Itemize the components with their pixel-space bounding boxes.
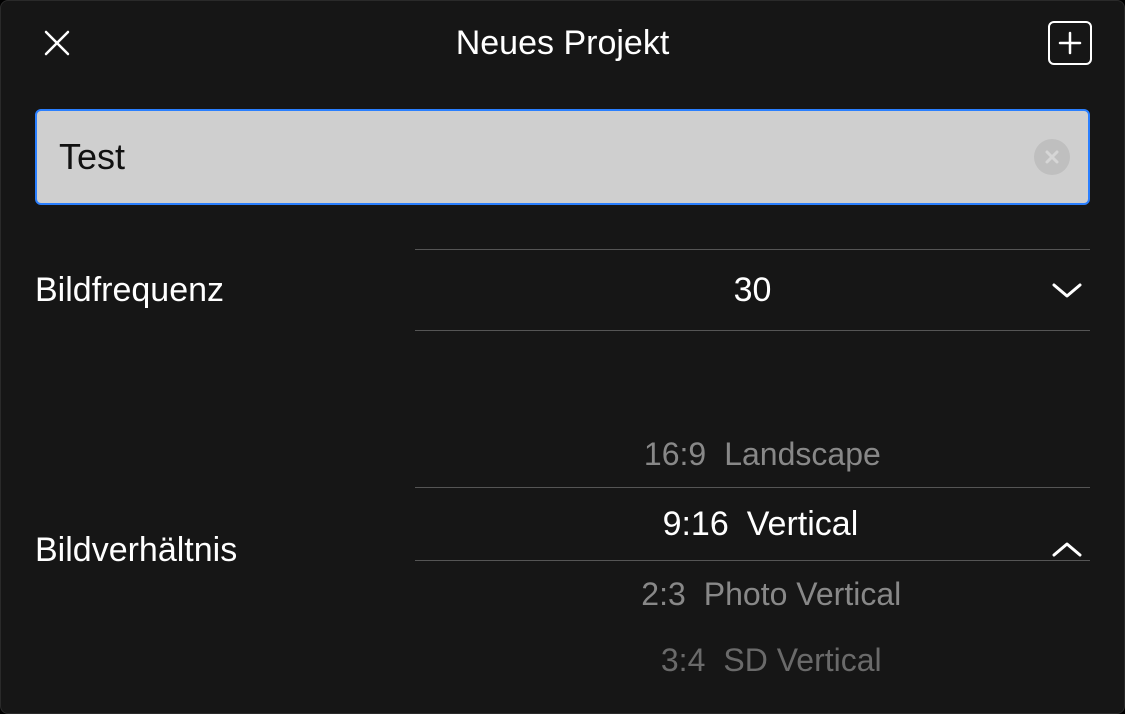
aspect-ratio-row: Bildverhältnis 16:9 Landscape 9:16 Verti… bbox=[1, 421, 1124, 679]
aspect-option-name: Landscape bbox=[724, 436, 881, 473]
aspect-option-name: Vertical bbox=[747, 505, 859, 544]
close-button[interactable] bbox=[37, 23, 77, 63]
chevron-up-icon bbox=[1050, 540, 1084, 560]
aspect-option[interactable]: 2:3 Photo Vertical bbox=[415, 561, 1090, 627]
aspect-option-name: Photo Vertical bbox=[704, 576, 901, 613]
chevron-down-icon bbox=[1050, 280, 1084, 300]
aspect-option-ratio: 9:16 bbox=[647, 505, 729, 544]
clear-icon bbox=[1043, 148, 1061, 166]
aspect-ratio-picker[interactable]: 16:9 Landscape 9:16 Vertical 2:3 Photo V… bbox=[415, 421, 1090, 679]
project-name-input[interactable] bbox=[35, 109, 1090, 205]
panel-title: Neues Projekt bbox=[77, 24, 1048, 63]
clear-name-button[interactable] bbox=[1034, 139, 1070, 175]
aspect-option-selected[interactable]: 9:16 Vertical bbox=[415, 487, 1090, 561]
create-button[interactable] bbox=[1048, 21, 1092, 65]
aspect-option-ratio: 16:9 bbox=[624, 436, 706, 473]
plus-icon bbox=[1057, 30, 1083, 56]
aspect-ratio-label: Bildverhältnis bbox=[35, 531, 415, 570]
aspect-option-ratio: 3:4 bbox=[623, 642, 705, 679]
new-project-panel: Neues Projekt Bildfre bbox=[0, 0, 1125, 714]
aspect-option[interactable]: 3:4 SD Vertical bbox=[415, 627, 1090, 679]
close-icon bbox=[42, 28, 72, 58]
aspect-option-ratio: 2:3 bbox=[604, 576, 686, 613]
aspect-option-name: SD Vertical bbox=[723, 642, 881, 679]
framerate-row: Bildfrequenz 30 bbox=[1, 249, 1124, 331]
framerate-value: 30 bbox=[734, 271, 772, 310]
header: Neues Projekt bbox=[1, 1, 1124, 85]
project-name-row bbox=[1, 85, 1124, 205]
framerate-select[interactable]: 30 bbox=[415, 249, 1090, 331]
framerate-label: Bildfrequenz bbox=[35, 271, 415, 310]
aspect-option[interactable]: 16:9 Landscape bbox=[415, 421, 1090, 487]
